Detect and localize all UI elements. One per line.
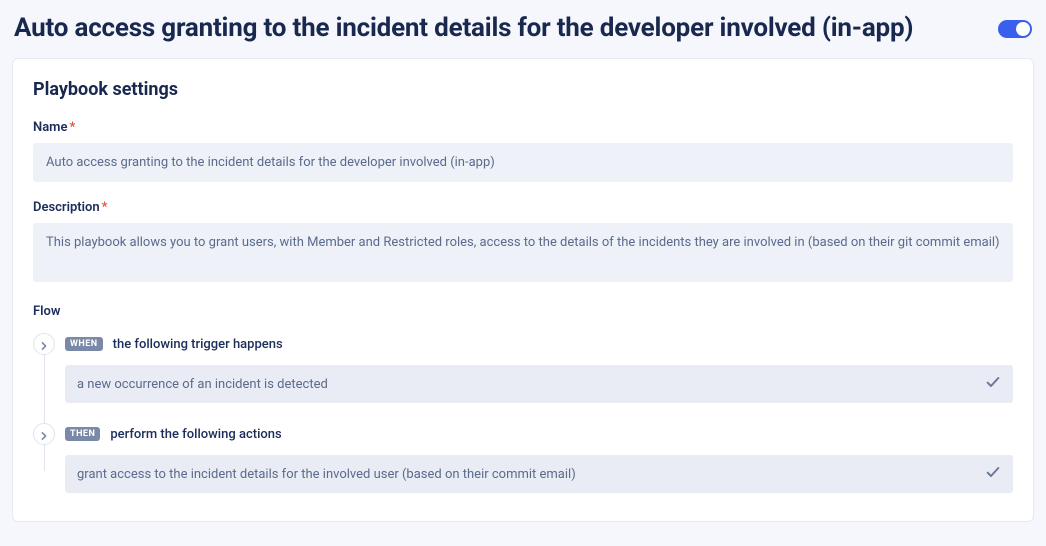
when-body-text: a new occurrence of an incident is detec…	[77, 377, 328, 392]
when-body[interactable]: a new occurrence of an incident is detec…	[65, 365, 1013, 403]
when-badge: WHEN	[65, 337, 103, 351]
then-badge: THEN	[65, 427, 100, 441]
card-title: Playbook settings	[33, 79, 1013, 100]
check-icon	[985, 464, 1001, 484]
then-body[interactable]: grant access to the incident details for…	[65, 455, 1013, 493]
when-head-text: the following trigger happens	[113, 337, 283, 352]
description-input[interactable]	[33, 223, 1013, 282]
description-label: Description*	[33, 200, 1013, 215]
page-title: Auto access granting to the incident det…	[14, 14, 913, 44]
flow-label: Flow	[33, 304, 1013, 319]
chevron-right-icon	[40, 425, 48, 444]
then-head-text: perform the following actions	[110, 427, 281, 442]
flow-step-then: THEN perform the following actions grant…	[33, 423, 1013, 493]
required-asterisk: *	[102, 200, 108, 215]
enable-toggle[interactable]	[998, 20, 1032, 38]
toggle-knob	[1016, 22, 1030, 36]
expand-then-button[interactable]	[33, 423, 55, 445]
flow-step-when: WHEN the following trigger happens a new…	[33, 333, 1013, 403]
then-body-text: grant access to the incident details for…	[77, 467, 576, 482]
check-icon	[985, 374, 1001, 394]
chevron-right-icon	[40, 335, 48, 354]
name-label: Name*	[33, 120, 1013, 135]
name-input[interactable]	[33, 143, 1013, 183]
required-asterisk: *	[69, 120, 75, 135]
playbook-settings-card: Playbook settings Name* Description* Flo…	[12, 58, 1034, 523]
expand-when-button[interactable]	[33, 333, 55, 355]
